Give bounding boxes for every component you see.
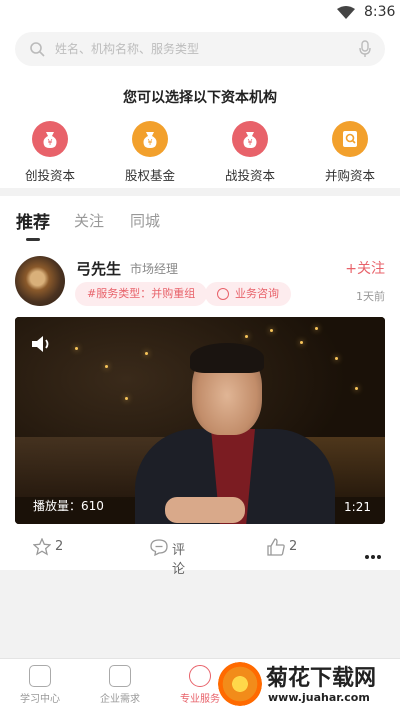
svg-text:¥: ¥ — [247, 138, 252, 147]
category-equity-fund[interactable]: ¥ 股权基金 — [110, 121, 190, 184]
nav-item-enterprise[interactable]: 企业需求 — [80, 665, 160, 705]
institution-categories: ¥ 创投资本 ¥ 股权基金 ¥ 战投资本 并购资本 — [0, 121, 400, 184]
category-label: 并购资本 — [324, 168, 375, 183]
consult-tag[interactable]: 业务咨询 — [205, 282, 291, 306]
microphone-icon[interactable] — [359, 40, 371, 58]
category-label: 创投资本 — [24, 168, 75, 183]
nav-label: 企业需求 — [100, 694, 140, 705]
tab-recommended[interactable]: 推荐 — [16, 208, 50, 233]
author-role: 市场经理 — [130, 262, 179, 276]
star-icon — [33, 538, 51, 556]
category-venture-capital[interactable]: ¥ 创投资本 — [10, 121, 90, 184]
category-label: 战投资本 — [224, 168, 275, 183]
search-document-icon — [332, 121, 368, 157]
more-options-icon[interactable] — [365, 544, 383, 563]
video-duration: 1:21 — [344, 500, 371, 514]
search-icon — [109, 665, 131, 687]
search-icon — [30, 42, 45, 57]
tab-nearby[interactable]: 同城 — [130, 210, 160, 231]
chat-icon — [217, 288, 229, 300]
search-bar[interactable]: 姓名、机构名称、服务类型 — [15, 32, 385, 66]
nav-item-learning[interactable]: 学习中心 — [0, 665, 80, 705]
flower-logo-icon — [218, 662, 262, 706]
header-area: 姓名、机构名称、服务类型 您可以选择以下资本机构 ¥ 创投资本 ¥ 股权基金 ¥… — [0, 26, 400, 188]
institutions-title: 您可以选择以下资本机构 — [123, 90, 277, 106]
volume-icon[interactable] — [31, 335, 53, 353]
video-person-hands — [165, 497, 245, 523]
money-bag-icon: ¥ — [232, 121, 268, 157]
comment-label: 评论 — [172, 543, 186, 577]
feed-section: 推荐 关注 同城 弓先生 市场经理 +关注 #服务类型：并购重组 业务咨询 1天… — [0, 196, 400, 577]
money-bag-icon: ¥ — [32, 121, 68, 157]
heart-icon — [189, 665, 211, 687]
nav-label: 专业服务 — [180, 694, 220, 705]
consult-tag-label: 业务咨询 — [235, 287, 279, 300]
category-strategic-capital[interactable]: ¥ 战投资本 — [210, 121, 290, 184]
post-time: 1天前 — [356, 290, 385, 303]
tab-indicator — [26, 238, 40, 241]
category-label: 股权基金 — [124, 168, 175, 183]
follow-button[interactable]: +关注 — [345, 258, 385, 278]
book-icon — [29, 665, 51, 687]
watermark-url: www.juahar.com — [268, 691, 370, 704]
app-screen: 8:36 姓名、机构名称、服务类型 您可以选择以下资本机构 ¥ 创投资本 ¥ 股… — [0, 0, 400, 710]
money-bag-icon: ¥ — [132, 121, 168, 157]
comment-icon — [150, 539, 168, 556]
site-watermark: 菊花下载网 www.juahar.com — [216, 660, 400, 710]
video-person-hair — [190, 343, 264, 373]
thumbs-up-icon — [267, 538, 285, 556]
svg-text:¥: ¥ — [47, 138, 52, 147]
wifi-icon — [337, 6, 355, 19]
status-bar: 8:36 — [0, 0, 400, 26]
svg-text:¥: ¥ — [147, 138, 152, 147]
video-views: 播放量：610 — [33, 499, 104, 513]
search-placeholder: 姓名、机构名称、服务类型 — [55, 42, 200, 56]
avatar[interactable] — [15, 256, 65, 306]
post-actions: 2 评论 2 — [0, 532, 400, 577]
service-type-tag[interactable]: #服务类型：并购重组 — [75, 282, 208, 306]
status-time: 8:36 — [364, 4, 396, 20]
watermark-name: 菊花下载网 — [266, 666, 377, 691]
nav-label: 学习中心 — [20, 694, 60, 705]
category-ma-capital[interactable]: 并购资本 — [310, 121, 390, 184]
favorite-count: 2 — [55, 539, 64, 554]
tab-following[interactable]: 关注 — [74, 210, 104, 231]
author-name[interactable]: 弓先生 — [76, 258, 121, 279]
video-player[interactable]: 播放量：610 1:21 — [15, 317, 385, 524]
like-count: 2 — [289, 539, 298, 554]
